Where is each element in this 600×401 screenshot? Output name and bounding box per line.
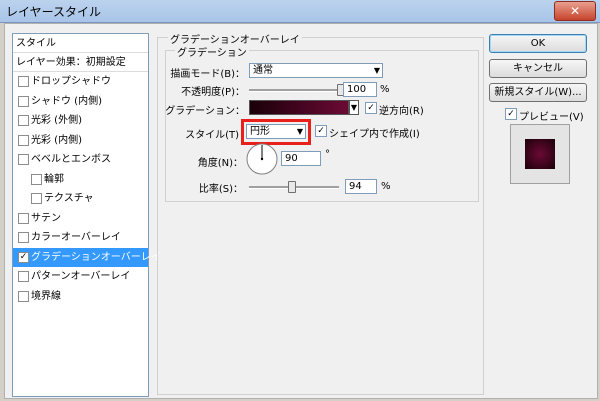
style-list-item-label: 境界線 [31,290,61,302]
style-list-item[interactable]: 光彩 (外側) [13,111,148,130]
check-icon: ✓ [367,103,375,113]
angle-unit: ° [325,149,330,160]
opacity-input[interactable]: 100 [343,82,377,97]
style-list-item[interactable]: テクスチャ [13,189,148,208]
style-checkbox[interactable] [18,76,29,87]
style-list-item-label: シャドウ (内側) [31,95,102,107]
dialog-body: スタイル レイヤー効果：初期設定 ドロップシャドウ シャドウ (内側) 光彩 (外側… [4,23,598,399]
preview-label: プレビュー(V) [519,112,584,123]
style-list-item-label: 光彩 (内側) [31,134,82,146]
gradient-swatch[interactable] [249,100,349,115]
angle-dial[interactable] [245,142,279,176]
style-list: スタイル レイヤー効果：初期設定 ドロップシャドウ シャドウ (内側) 光彩 (外側… [12,33,161,397]
style-checkbox[interactable] [31,173,42,185]
style-checkbox[interactable] [18,115,29,126]
blend-mode-value: 通常 [253,65,273,76]
style-list-item[interactable]: ベベルとエンボス [13,150,148,169]
ok-button[interactable]: OK [489,34,587,53]
style-list-item[interactable]: ✓ グラデーションオーバーレイ [13,247,161,267]
chevron-down-icon: ▼ [350,103,358,112]
check-icon: ✓ [507,109,515,119]
reverse-label: 逆方向(R) [379,106,424,117]
style-list-item[interactable]: 輪郭 [13,170,148,189]
align-with-layer-label: シェイプ内で作成(I) [329,129,420,140]
reverse-checkbox[interactable]: ✓ [365,102,377,114]
style-checkbox[interactable] [18,232,29,243]
style-list-item-label: サテン [31,212,61,224]
window-title: レイヤースタイル [6,5,102,19]
style-list-item[interactable]: シャドウ (内側) [13,92,148,111]
style-list-item-label: テクスチャ [44,193,94,204]
style-checkbox[interactable] [18,95,29,107]
opacity-unit: % [380,84,390,95]
close-button[interactable]: ✕ [554,1,596,21]
style-list-item[interactable]: サテン [13,209,148,228]
angle-label: 角度(N)： [197,158,243,169]
blend-mode-select[interactable]: 通常 ▼ [249,63,383,78]
style-list-item-label: パターンオーバーレイ [31,271,131,282]
style-select[interactable]: 円形 ▼ [246,124,306,139]
scale-slider-thumb[interactable] [288,181,297,193]
style-label: スタイル(T) [185,130,239,141]
scale-input[interactable]: 94 [345,179,377,194]
scale-label: 比率(S)： [198,184,243,195]
gradient-legend: グラデーション [175,44,249,59]
preview-thumbnail [510,124,570,184]
style-list-item[interactable]: 境界線 [13,287,148,306]
preview-checkbox[interactable]: ✓ [505,108,517,120]
style-list-item[interactable]: ドロップシャドウ [13,72,148,91]
align-with-layer-checkbox[interactable]: ✓ [315,125,327,137]
preview-swatch [525,139,555,169]
scale-unit: % [381,181,391,192]
style-list-item-label: カラーオーバーレイ [31,232,121,243]
style-list-item-label: ドロップシャドウ [31,76,111,87]
style-list-item[interactable]: パターンオーバーレイ [13,267,148,286]
style-list-item-label: 光彩 (外側) [31,115,82,126]
style-checkbox[interactable]: ✓ [18,251,29,263]
opacity-label: 不透明度(P)： [181,87,245,98]
style-list-header[interactable]: スタイル [13,34,148,53]
style-checkbox[interactable] [18,134,29,146]
style-checkbox[interactable] [18,212,29,224]
style-list-item-label: ベベルとエンボス [31,154,111,165]
chevron-down-icon: ▼ [296,127,303,136]
style-checkbox[interactable] [18,271,29,282]
cancel-button[interactable]: キャンセル [489,59,587,78]
style-checkbox[interactable] [31,193,42,204]
chevron-down-icon: ▼ [373,66,380,75]
check-icon: ✓ [317,126,325,136]
style-value: 円形 [250,126,270,137]
title-bar: レイヤースタイル ✕ [0,0,600,23]
style-list-item-label: 輪郭 [44,173,64,185]
opacity-slider-track[interactable] [249,89,341,92]
blend-options-default[interactable]: レイヤー効果：初期設定 [13,53,148,72]
gradient-label: グラデーション： [165,106,245,117]
new-style-button[interactable]: 新規スタイル(W)... [489,83,587,102]
blend-mode-label: 描画モード(B)： [170,69,245,80]
style-checkbox[interactable] [18,290,29,302]
style-list-item[interactable]: カラーオーバーレイ [13,228,148,247]
angle-input[interactable]: 90 [281,151,321,166]
style-checkbox[interactable] [18,154,29,165]
gradient-picker-button[interactable]: ▼ [349,100,359,115]
style-list-item-label: グラデーションオーバーレイ [31,251,161,263]
style-list-item[interactable]: 光彩 (内側) [13,131,148,150]
